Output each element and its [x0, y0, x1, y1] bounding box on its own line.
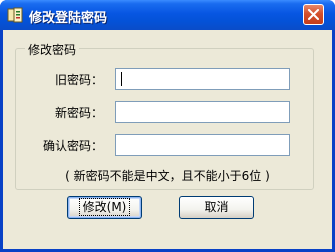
confirm-password-label: 确认密码： [42, 139, 103, 153]
text-caret [121, 72, 122, 86]
new-password-label: 新密码： [54, 106, 103, 120]
groupbox-title: 修改密码 [25, 41, 80, 58]
close-button[interactable] [303, 4, 324, 25]
old-password-label: 旧密码： [54, 73, 103, 87]
new-password-input[interactable] [115, 101, 290, 123]
frame-left-edge[interactable] [0, 30, 3, 252]
password-hint: ( 新密码不能是中文，且不能小于6位 ) [65, 169, 270, 183]
dialog-body: 修改密码 旧密码： 新密码： 确认密码： ( 新密码不能是中文，且不能小于6位 … [3, 30, 332, 249]
close-icon [308, 9, 319, 20]
app-icon [6, 6, 24, 24]
old-password-input[interactable] [115, 68, 290, 90]
confirm-password-input[interactable] [115, 134, 290, 156]
modify-button[interactable]: 修改(M) [67, 196, 142, 219]
modify-button-label: 修改(M) [78, 198, 131, 216]
title-bar[interactable]: 修改登陆密码 [0, 0, 335, 30]
dialog-window: 修改登陆密码 修改密码 旧密码： 新密码： 确认密码： ( 新密码不能是中文，且… [0, 0, 335, 252]
window-title: 修改登陆密码 [29, 11, 108, 26]
cancel-button[interactable]: 取消 [179, 196, 254, 219]
